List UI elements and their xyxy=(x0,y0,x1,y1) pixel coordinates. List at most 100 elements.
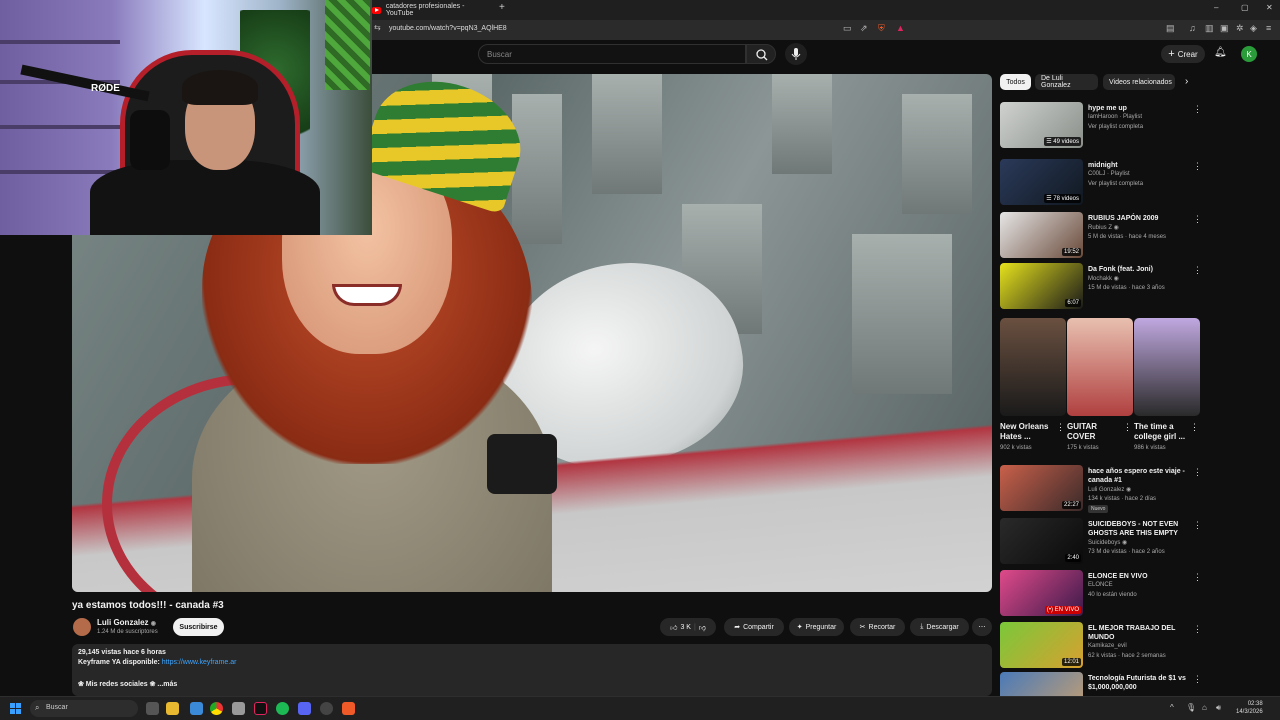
taskbar-search[interactable]: ⌕ Buscar xyxy=(30,700,138,717)
music-icon[interactable]: ♫ xyxy=(1189,23,1196,33)
new-tab-button[interactable]: + xyxy=(499,2,505,13)
chevron-right-icon[interactable]: › xyxy=(1185,76,1188,87)
recommendation-item[interactable]: (•) EN VIVO ELONCE EN VIVO ELONCE 40 lo est… xyxy=(1000,570,1210,616)
recommendation-item[interactable]: ☰ 49 videos hype me up IamHaroon · Playlis… xyxy=(1000,102,1210,148)
network-icon[interactable]: ⌂ xyxy=(1202,703,1207,712)
recommendation-thumbnail[interactable]: 12:01 xyxy=(1000,622,1083,668)
more-options-icon[interactable]: ⋮ xyxy=(1193,104,1202,115)
dislike-icon[interactable]: 👎︎ xyxy=(699,623,706,632)
short-title[interactable]: New Orleans Hates ... xyxy=(1000,422,1056,442)
recommendation-title[interactable]: ELONCE EN VIVO xyxy=(1088,572,1188,581)
recommendation-channel[interactable]: C00LJ · Playlist xyxy=(1088,171,1130,177)
recommendation-channel[interactable]: Suicideboys ◉ xyxy=(1088,539,1127,546)
microphone-tray-icon[interactable]: 🎙︎ xyxy=(1186,703,1196,712)
volume-icon[interactable]: 🔊︎ xyxy=(1216,703,1221,713)
vpn-icon[interactable]: ◈ xyxy=(1250,23,1257,34)
recommendation-item[interactable]: 6:07 Da Fonk (feat. Joni) Mochakk ◉ 15 M de… xyxy=(1000,263,1210,309)
recommendation-channel[interactable]: Mochakk ◉ xyxy=(1088,275,1119,282)
channel-avatar[interactable] xyxy=(73,618,91,636)
voice-search-button[interactable] xyxy=(785,43,807,65)
recommendation-thumbnail[interactable]: (•) EN VIVO xyxy=(1000,570,1083,616)
taskbar-clock[interactable]: 02:38 14/3/2026 xyxy=(1236,700,1263,716)
chrome-icon[interactable] xyxy=(210,702,223,715)
recommendation-title[interactable]: Da Fonk (feat. Joni) xyxy=(1088,265,1188,274)
short-more-icon[interactable]: ⋮ xyxy=(1056,422,1065,433)
short-thumbnail[interactable] xyxy=(1000,318,1066,416)
share-button[interactable]: ➦ Compartir xyxy=(724,618,784,636)
sidebar-toggle-icon[interactable]: ▤ xyxy=(1166,23,1175,34)
recommendation-thumbnail[interactable]: 19:52 xyxy=(1000,212,1083,258)
brave-shield-icon[interactable]: ⛨ xyxy=(878,23,885,34)
more-options-icon[interactable]: ⋮ xyxy=(1193,214,1202,225)
short-thumbnail[interactable] xyxy=(1134,318,1200,416)
notifications-bell-icon[interactable]: 🔔︎ xyxy=(1214,47,1227,58)
recommendation-channel[interactable]: Kamikaze_evil xyxy=(1088,643,1127,649)
like-button[interactable]: 👍︎ 3 K xyxy=(670,623,691,632)
recommendation-thumbnail[interactable]: ☰ 78 videos xyxy=(1000,159,1083,205)
url-field[interactable]: youtube.com/watch?v=pqN3_AQlHE8 xyxy=(389,25,507,32)
recommendation-item[interactable]: 22:27 hace años espero este viaje - canad… xyxy=(1000,465,1210,513)
brave-icon[interactable] xyxy=(342,702,355,715)
calculator-icon[interactable] xyxy=(190,702,203,715)
recommendation-title[interactable]: hype me up xyxy=(1088,104,1188,113)
recommendation-title[interactable]: RUBIUS JAPÓN 2009 xyxy=(1088,214,1188,223)
chip-from-channel[interactable]: De Luli Gonzalez xyxy=(1035,74,1098,90)
recommendation-thumbnail[interactable]: 2:40 xyxy=(1000,518,1083,564)
chip-all[interactable]: Todos xyxy=(1000,74,1031,90)
more-options-icon[interactable]: ⋮ xyxy=(1193,520,1202,531)
more-actions-button[interactable]: ⋯ xyxy=(972,618,992,636)
search-input[interactable]: Buscar xyxy=(478,44,746,64)
tray-chevron-icon[interactable]: ^ xyxy=(1170,703,1174,712)
recommendation-thumbnail[interactable]: 22:27 xyxy=(1000,465,1083,511)
download-button[interactable]: ⤓ Descargar xyxy=(910,618,969,636)
recommendation-item[interactable]: 2:40 SUICIDEBOYS - NOT EVEN GHOSTS ARE TH… xyxy=(1000,518,1210,564)
reading-list-icon[interactable]: ▥ xyxy=(1205,23,1214,34)
channel-name[interactable]: Luli Gonzalez ◉ xyxy=(97,618,156,627)
snipping-tool-icon[interactable] xyxy=(232,702,245,715)
recommendation-title[interactable]: Tecnología Futurista de $1 vs $1,000,000… xyxy=(1088,674,1188,692)
description-more[interactable]: ❀ Mis redes sociales ❀ ...más xyxy=(78,680,177,688)
menu-icon[interactable]: ≡ xyxy=(1266,23,1271,33)
recommendation-item[interactable]: ☰ 78 videos midnight C00LJ · Playlist Ver p… xyxy=(1000,159,1210,205)
maximize-button[interactable]: ▢ xyxy=(1241,3,1249,12)
wallet-icon[interactable]: ▣ xyxy=(1220,23,1229,34)
tiktok-icon[interactable] xyxy=(254,702,267,715)
recommendation-thumbnail[interactable]: ☰ 49 videos xyxy=(1000,102,1083,148)
search-button[interactable] xyxy=(746,44,776,64)
recommendation-channel[interactable]: IamHaroon · Playlist xyxy=(1088,114,1142,120)
file-explorer-icon[interactable] xyxy=(166,702,179,715)
short-title[interactable]: GUITAR COVER xyxy=(1067,422,1123,442)
obs-icon[interactable] xyxy=(320,702,333,715)
recommendation-item[interactable]: 19:52 RUBIUS JAPÓN 2009 Rubius Z ◉ 5 M de v… xyxy=(1000,212,1210,258)
site-settings-icon[interactable]: ⇆ xyxy=(374,23,381,32)
short-thumbnail[interactable] xyxy=(1067,318,1133,416)
recommendation-thumbnail[interactable]: 6:07 xyxy=(1000,263,1083,309)
recommendation-title[interactable]: hace años espero este viaje - canada #1 xyxy=(1088,467,1188,485)
more-options-icon[interactable]: ⋮ xyxy=(1193,161,1202,172)
more-options-icon[interactable]: ⋮ xyxy=(1193,674,1202,685)
short-title[interactable]: The time a college girl ... xyxy=(1134,422,1190,442)
recommendation-title[interactable]: midnight xyxy=(1088,161,1188,170)
cast-icon[interactable]: ▭ xyxy=(843,23,852,34)
keyframe-link[interactable]: https://www.keyframe.ar xyxy=(162,659,237,666)
task-view-icon[interactable] xyxy=(146,702,159,715)
discord-icon[interactable] xyxy=(298,702,311,715)
more-options-icon[interactable]: ⋮ xyxy=(1193,572,1202,583)
subscribe-button[interactable]: Suscribirse xyxy=(173,618,224,636)
ask-button[interactable]: ✦ Preguntar xyxy=(789,618,844,636)
more-options-icon[interactable]: ⋮ xyxy=(1193,265,1202,276)
share-page-icon[interactable]: ⇗ xyxy=(860,23,868,34)
browser-tab[interactable]: catadores profesionales - YouTube xyxy=(372,2,492,18)
more-options-icon[interactable]: ⋮ xyxy=(1193,467,1202,478)
short-more-icon[interactable]: ⋮ xyxy=(1190,422,1199,433)
windows-start-icon[interactable] xyxy=(10,703,21,714)
recommendation-channel[interactable]: Rubius Z ◉ xyxy=(1088,224,1119,231)
description-box[interactable]: 29,145 vistas hace 6 horas Keyframe YA d… xyxy=(72,644,992,696)
create-button[interactable]: + Crear xyxy=(1161,45,1205,63)
extensions-icon[interactable]: ✲ xyxy=(1236,23,1244,34)
close-window-button[interactable]: ✕ xyxy=(1266,3,1273,12)
recommendation-item[interactable]: 12:01 EL MEJOR TRABAJO DEL MUNDO Kamikaze_… xyxy=(1000,622,1210,668)
recommendation-channel[interactable]: Luli Gonzalez ◉ xyxy=(1088,486,1131,493)
minimize-button[interactable]: – xyxy=(1214,3,1218,12)
spotify-icon[interactable] xyxy=(276,702,289,715)
